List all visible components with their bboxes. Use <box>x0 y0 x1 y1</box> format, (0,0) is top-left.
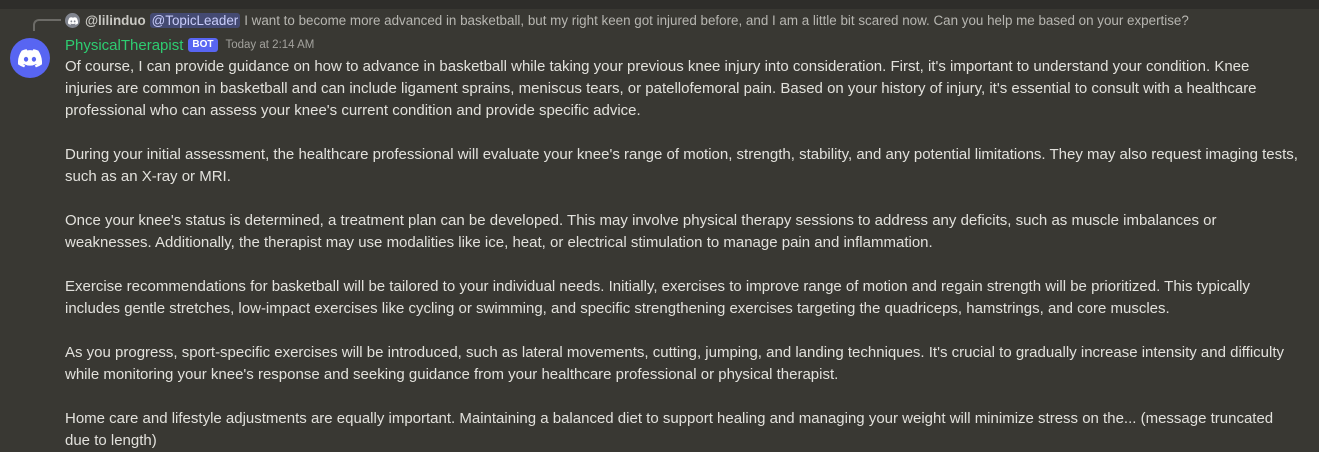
message-paragraph-1: Of course, I can provide guidance on how… <box>65 58 1257 119</box>
reply-mention[interactable]: @TopicLeader <box>149 13 241 28</box>
bot-tag: BOT <box>188 38 218 52</box>
message-header: PhysicalTherapist BOT Today at 2:14 AM <box>65 36 314 54</box>
message-paragraph-4: Exercise recommendations for basketball … <box>65 278 1251 317</box>
discord-logo-icon <box>18 48 42 67</box>
message-content: Of course, I can provide guidance on how… <box>65 56 1301 452</box>
chat-message: @lilinduo @TopicLeader I want to become … <box>0 9 1319 450</box>
author-username[interactable]: PhysicalTherapist <box>65 37 183 54</box>
message-paragraph-2: During your initial assessment, the heal… <box>65 146 1298 185</box>
message-paragraph-6: Home care and lifestyle adjustments are … <box>65 410 1274 449</box>
message-timestamp[interactable]: Today at 2:14 AM <box>226 39 315 51</box>
top-strip <box>0 0 1319 9</box>
reply-text[interactable]: I want to become more advanced in basket… <box>244 13 1189 28</box>
author-avatar[interactable] <box>10 38 50 78</box>
message-paragraph-5: As you progress, sport-specific exercise… <box>65 344 1285 383</box>
reply-username[interactable]: @lilinduo <box>85 13 146 28</box>
reply-preview[interactable]: @lilinduo @TopicLeader I want to become … <box>65 12 1189 29</box>
discord-logo-icon <box>67 16 78 25</box>
reply-spine <box>33 19 61 31</box>
reply-avatar-discord-logo-icon[interactable] <box>65 13 80 28</box>
message-paragraph-3: Once your knee's status is determined, a… <box>65 212 1217 251</box>
